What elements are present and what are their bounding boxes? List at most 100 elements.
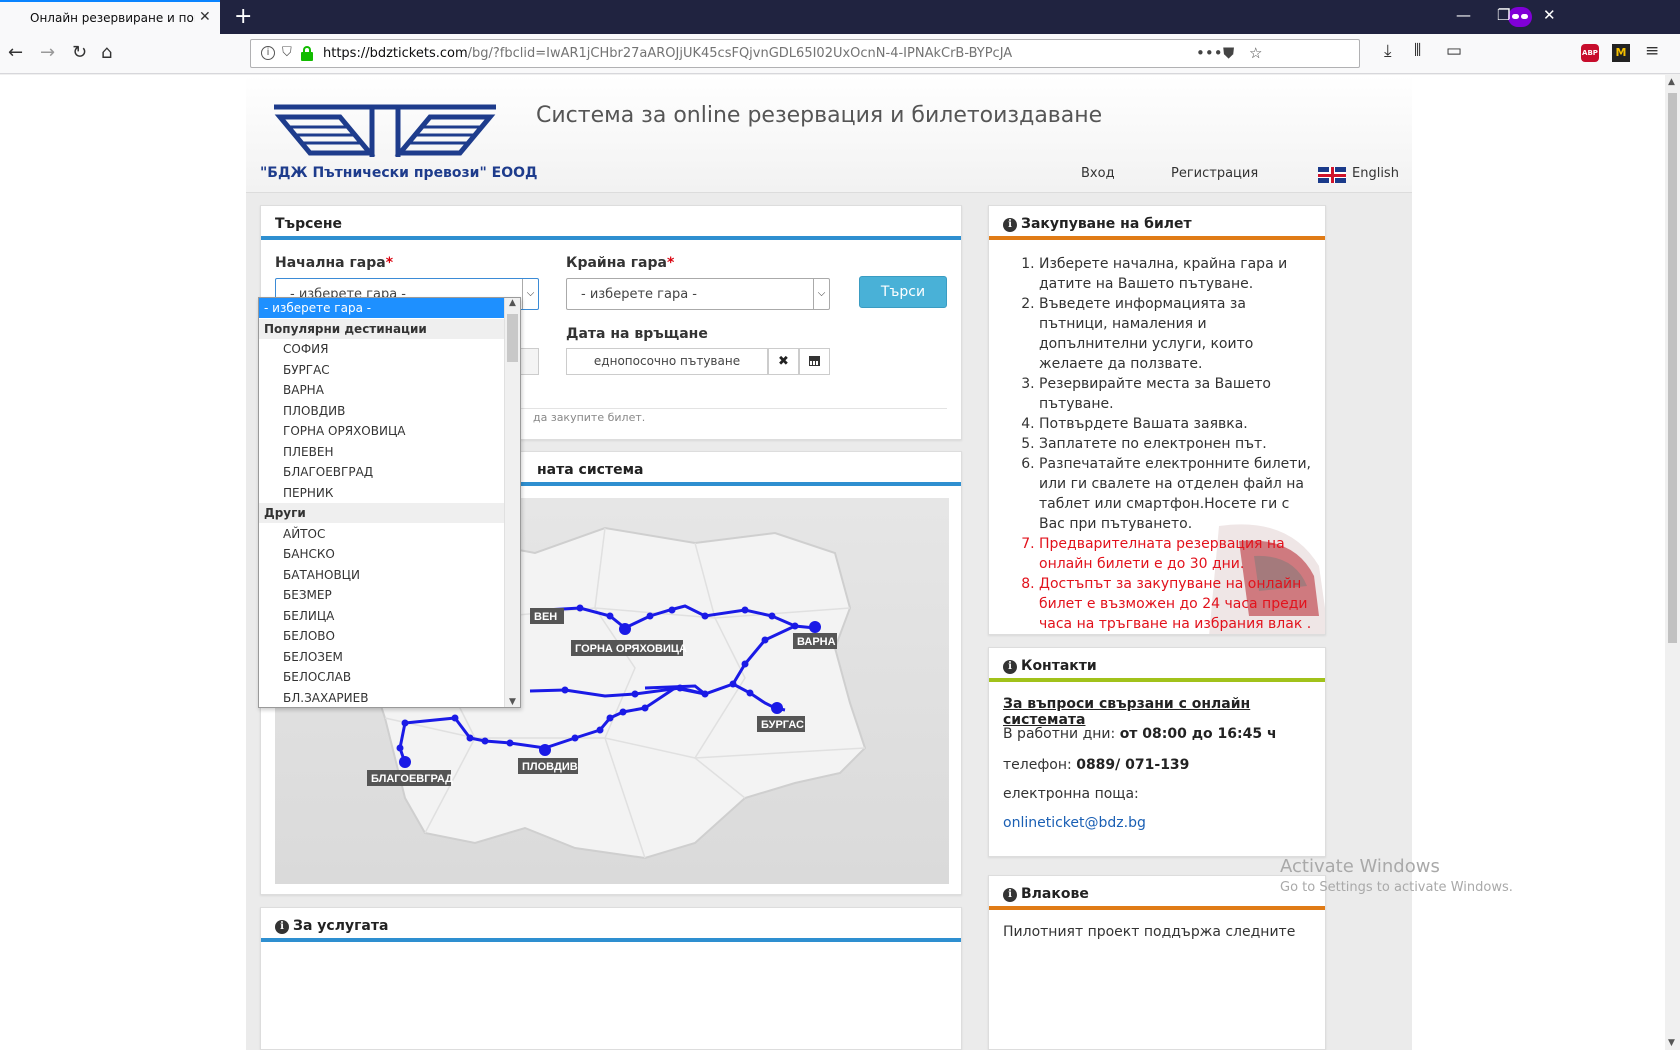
browser-tab-bar: Онлайн резервиране и покупка ✕ + — ❐ ✕ <box>0 0 1680 34</box>
download-icon[interactable]: ⤓ <box>1384 41 1392 61</box>
dropdown-option[interactable]: БЛАГОЕВГРАД <box>259 462 505 482</box>
dropdown-option[interactable]: БЕЛИЦА <box>259 606 505 626</box>
info-icon: i <box>1003 660 1017 674</box>
panel-accent-bar <box>989 236 1325 240</box>
extension-icon[interactable]: M <box>1612 44 1630 62</box>
dropdown-option[interactable]: ПЕРНИК <box>259 483 505 503</box>
browser-tab[interactable]: Онлайн резервиране и покупка ✕ <box>0 0 220 34</box>
contacts-subheading[interactable]: За въпроси свързани с онлайн системата <box>1003 696 1325 728</box>
dropdown-option[interactable]: ПЛОВДИВ <box>259 401 505 421</box>
map-label-varna: ВАРНА <box>797 636 836 648</box>
dropdown-option[interactable]: БАНСКО <box>259 544 505 564</box>
english-language-link[interactable]: English <box>1352 166 1399 181</box>
dropdown-option[interactable]: БУРГАС <box>259 360 505 380</box>
map-heading: ната система <box>537 462 644 478</box>
dropdown-option[interactable]: ВАРНА <box>259 380 505 400</box>
dropdown-group-label: Други <box>259 503 505 523</box>
scroll-down-icon[interactable]: ▼ <box>509 697 516 707</box>
bdz-logo[interactable] <box>270 103 500 161</box>
dropdown-scroll-thumb[interactable] <box>507 314 518 362</box>
minimize-icon[interactable]: — <box>1456 6 1471 24</box>
new-tab-icon[interactable]: + <box>234 4 252 29</box>
service-heading: i За услугата <box>275 918 388 934</box>
info-icon: i <box>1003 888 1017 902</box>
return-date-label: Дата на връщане <box>566 326 708 342</box>
site-title: Система за online резервация и билетоизд… <box>536 103 1103 128</box>
dropdown-scrollbar[interactable]: ▲ ▼ <box>504 298 520 707</box>
panel-accent-bar <box>989 906 1325 910</box>
close-window-icon[interactable]: ✕ <box>1543 6 1556 24</box>
panel-accent-bar <box>989 678 1325 682</box>
lock-icon[interactable] <box>301 46 313 61</box>
buy-steps-list: Изберете начална, крайна гара и датите н… <box>1003 254 1313 634</box>
home-icon[interactable]: ⌂ <box>101 42 112 63</box>
sidebar-icon[interactable]: ▭ <box>1446 41 1462 61</box>
scroll-up-icon[interactable]: ▲ <box>509 298 516 308</box>
search-hint: да закупите билет. <box>533 411 646 424</box>
maximize-icon[interactable]: ❐ <box>1497 6 1510 24</box>
trains-heading: i Влакове <box>1003 886 1089 902</box>
calendar-button[interactable] <box>799 348 830 375</box>
info-icon: i <box>1003 218 1017 232</box>
contacts-panel: i Контакти За въпроси свързани с онлайн с… <box>988 647 1326 857</box>
menu-icon[interactable]: ≡ <box>1645 41 1659 61</box>
search-heading: Търсене <box>275 216 343 232</box>
back-icon[interactable]: ← <box>8 42 23 63</box>
close-tab-icon[interactable]: ✕ <box>199 9 211 25</box>
map-label-plovdiv: ПЛОВДИВ <box>522 761 578 773</box>
pocket-icon[interactable]: ⛊ <box>1223 44 1234 62</box>
dropdown-option[interactable]: БЕЗМЕР <box>259 585 505 605</box>
calendar-icon <box>809 356 820 366</box>
trains-panel: i Влакове Пилотният проект поддържа следн… <box>988 875 1326 1050</box>
info-icon[interactable]: i <box>261 46 275 60</box>
buy-step-item: Потвърдете Вашата заявка. <box>1039 414 1313 434</box>
panel-accent-bar <box>261 236 961 240</box>
url-text: https://bdztickets.com/bg/?fbclid=IwAR1j… <box>323 46 1013 61</box>
library-icon[interactable]: ⫴ <box>1414 41 1421 61</box>
return-date-input[interactable]: еднопосочно пътуване <box>566 348 768 375</box>
dropdown-option[interactable]: СОФИЯ <box>259 339 505 359</box>
dropdown-option[interactable]: АЙТОС <box>259 524 505 544</box>
buy-step-item: Предварителната резервация на онлайн бил… <box>1039 534 1313 574</box>
bookmark-star-icon[interactable]: ☆ <box>1249 44 1262 62</box>
map-label-pleven: ВЕН <box>534 611 557 623</box>
uk-flag-icon[interactable] <box>1318 167 1346 183</box>
page-scroll-thumb[interactable] <box>1668 93 1677 643</box>
dropdown-option-placeholder[interactable]: - изберете гара - <box>259 298 505 318</box>
buy-step-item: Достъпът за закупуване на онлайн билет е… <box>1039 574 1313 634</box>
workdays-line: В работни дни: от 08:00 до 16:45 ч <box>1003 726 1277 742</box>
info-icon: i <box>275 920 289 934</box>
dropdown-option[interactable]: БЛ.ЗАХАРИЕВ <box>259 688 505 708</box>
dropdown-option[interactable]: БЕЛОВО <box>259 626 505 646</box>
reload-icon[interactable]: ↻ <box>72 42 87 63</box>
page-viewport: "БДЖ Пътнически превози" ЕООД Система за… <box>0 75 1665 1050</box>
email-link[interactable]: onlineticket@bdz.bg <box>1003 815 1146 831</box>
chevron-down-icon[interactable]: ⌵ <box>522 279 538 309</box>
chevron-down-icon[interactable]: ⌵ <box>813 279 829 309</box>
dropdown-option[interactable]: ГОРНА ОРЯХОВИЦА <box>259 421 505 441</box>
to-station-label: Крайна гара* <box>566 255 675 271</box>
to-station-select[interactable]: - изберете гара - ⌵ <box>566 278 830 310</box>
adblock-icon[interactable]: ABP <box>1581 44 1599 62</box>
phone-line: телефон: 0889/ 071-139 <box>1003 757 1190 773</box>
from-station-label: Начална гара* <box>275 255 394 271</box>
forward-icon[interactable]: → <box>40 42 55 63</box>
dropdown-option[interactable]: БАТАНОВЦИ <box>259 565 505 585</box>
scroll-down-icon[interactable]: ▼ <box>1668 1038 1675 1048</box>
url-bar[interactable]: i ⛉ https://bdztickets.com/bg/?fbclid=Iw… <box>250 39 1360 68</box>
register-link[interactable]: Регистрация <box>1171 166 1258 181</box>
dropdown-option[interactable]: БЕЛОСЛАВ <box>259 667 505 687</box>
clear-date-button[interactable]: ✖ <box>768 348 799 375</box>
tracking-shield-icon[interactable]: ⛉ <box>282 45 292 60</box>
dropdown-option[interactable]: БЕЛОЗЕМ <box>259 647 505 667</box>
page-scrollbar[interactable]: ▲ ▼ <box>1665 75 1680 1050</box>
buy-step-item: Заплатете по електронен път. <box>1039 434 1313 454</box>
scroll-up-icon[interactable]: ▲ <box>1668 77 1675 87</box>
from-station-dropdown[interactable]: - изберете гара - Популярни дестинации СОФ… <box>258 297 521 708</box>
activate-windows-subtitle: Go to Settings to activate Windows. <box>1280 880 1513 895</box>
dropdown-option[interactable]: ПЛЕВЕН <box>259 442 505 462</box>
login-link[interactable]: Вход <box>1081 166 1115 181</box>
page-actions-icon[interactable]: ••• <box>1196 44 1223 62</box>
search-button[interactable]: Търси <box>859 276 947 308</box>
private-browsing-icon <box>1508 7 1532 27</box>
